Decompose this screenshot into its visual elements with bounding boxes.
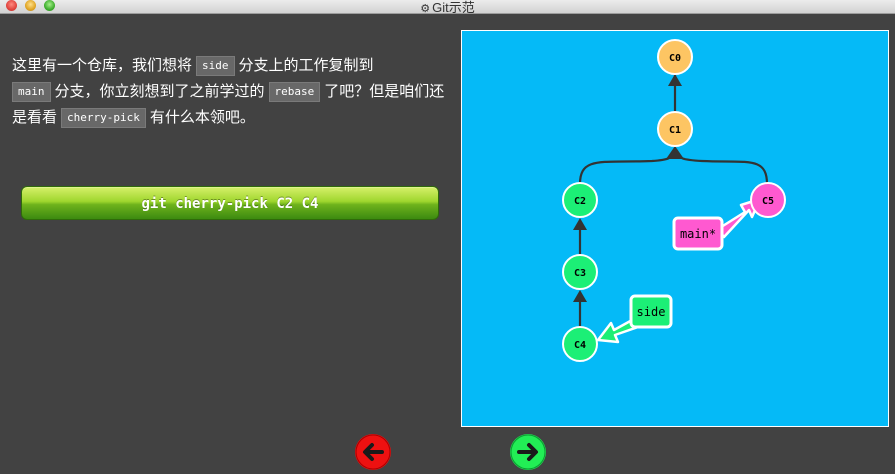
- arrow-left-icon: [355, 434, 391, 470]
- git-graph-panel: main* side C0 C1 C2 C3 C4 C5: [461, 30, 889, 427]
- arrowhead-c1: [666, 146, 684, 159]
- description-text: 分支上的工作复制到: [238, 56, 374, 74]
- branch-main-arrow: main*: [672, 197, 762, 251]
- title-bar: ⚙ Git示范: [0, 0, 895, 14]
- commit-node-c4[interactable]: C4: [562, 326, 598, 362]
- arrowhead-c2: [573, 218, 587, 230]
- code-rebase: rebase: [268, 82, 321, 102]
- commit-label: C1: [669, 125, 681, 136]
- level-description: 这里有一个仓库，我们想将 side 分支上的工作复制到 main 分支，你立刻想到了之…: [12, 52, 452, 130]
- git-graph: main* side C0 C1 C2 C3 C4 C5: [562, 39, 786, 362]
- commit-node-c2[interactable]: C2: [562, 182, 598, 218]
- commit-label: C2: [574, 196, 586, 207]
- commit-label: C3: [574, 268, 586, 279]
- window-title: ⚙ Git示范: [420, 0, 475, 14]
- commit-label: C5: [762, 196, 774, 207]
- gear-icon: ⚙: [420, 3, 431, 14]
- arrowhead-c0: [668, 74, 682, 86]
- commit-node-c0[interactable]: C0: [657, 39, 693, 75]
- commit-label: C4: [574, 340, 586, 351]
- next-button[interactable]: [510, 434, 546, 470]
- arrow-right-icon: [510, 434, 546, 470]
- branch-side-arrow: side: [596, 294, 673, 344]
- arrowhead-c3: [573, 290, 587, 302]
- commit-label: C0: [669, 53, 681, 64]
- code-side: side: [196, 56, 235, 76]
- description-text: 这里有一个仓库，我们想将: [12, 56, 193, 74]
- code-main: main: [12, 82, 51, 102]
- edge-c5-c1: [673, 148, 769, 185]
- description-text: 有什么本领吧。: [149, 108, 255, 126]
- commit-node-c5[interactable]: C5: [750, 182, 786, 218]
- commit-node-c3[interactable]: C3: [562, 254, 598, 290]
- description-text: 分支，你立刻想到了之前学过的: [54, 82, 265, 100]
- command-button[interactable]: git cherry-pick C2 C4: [21, 186, 439, 220]
- branch-side-label: side: [637, 305, 666, 319]
- code-cherry-pick: cherry-pick: [61, 108, 146, 128]
- edge-c2-c1: [578, 148, 677, 185]
- branch-main-label: main*: [680, 227, 716, 241]
- commit-node-c1[interactable]: C1: [657, 111, 693, 147]
- previous-button[interactable]: [355, 434, 391, 470]
